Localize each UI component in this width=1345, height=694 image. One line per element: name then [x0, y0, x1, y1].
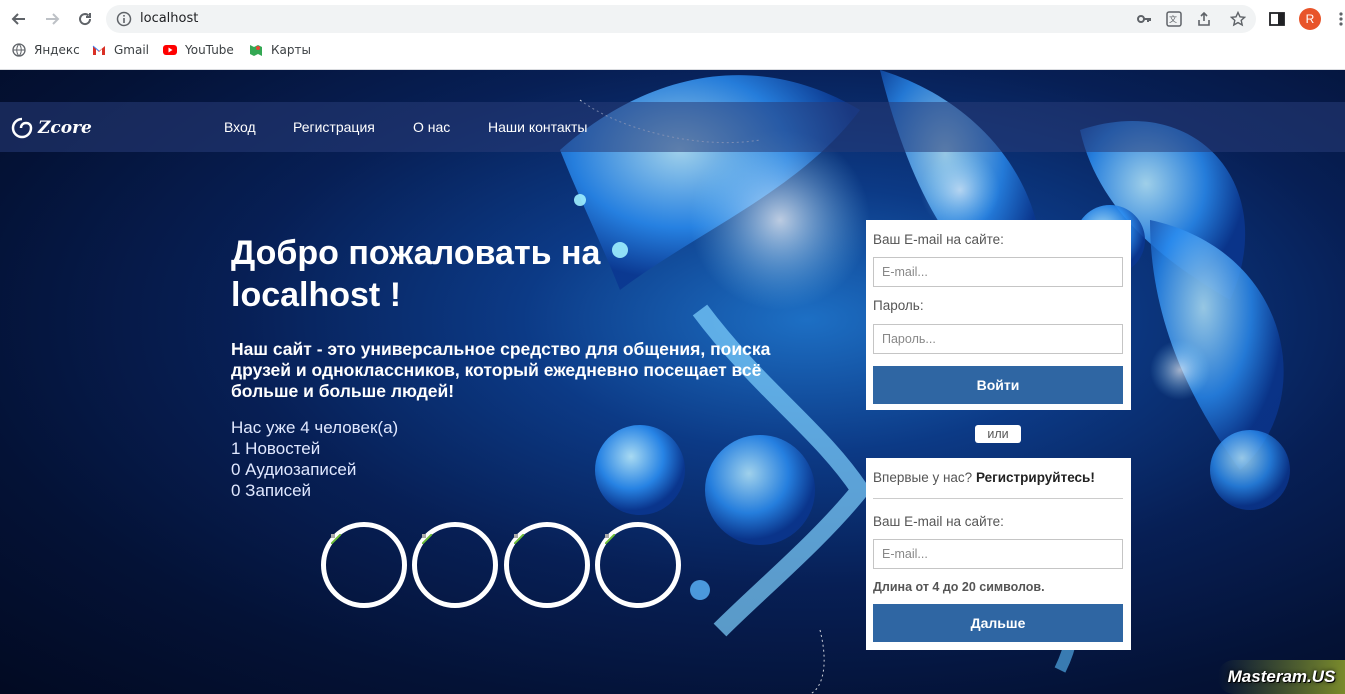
logo-swirl-icon	[11, 117, 33, 139]
or-divider: или	[975, 425, 1021, 443]
address-bar[interactable]: localhost 文	[106, 5, 1256, 33]
browser-toolbar: localhost 文 R	[0, 0, 1345, 38]
svg-text:文: 文	[1169, 14, 1177, 24]
bookmark-youtube[interactable]: YouTube	[163, 43, 234, 57]
password-input[interactable]: Пароль...	[873, 324, 1123, 354]
info-icon[interactable]	[116, 11, 132, 27]
register-heading: Впервые у нас? Регистрируйтесь!	[873, 470, 1095, 485]
menu-dots-icon[interactable]	[1332, 10, 1345, 28]
logo-text: Zcore	[38, 118, 92, 138]
translate-icon[interactable]: 文	[1166, 11, 1182, 27]
register-email-label: Ваш E-mail на сайте:	[873, 514, 1004, 529]
gmail-icon	[92, 45, 105, 55]
login-email-label: Ваш E-mail на сайте:	[873, 232, 1004, 247]
bookmark-label: YouTube	[185, 43, 234, 57]
bookmark-maps[interactable]: Карты	[249, 43, 311, 57]
youtube-icon	[163, 45, 177, 55]
stat-news: 1 Новостей	[231, 439, 321, 458]
nav-register[interactable]: Регистрация	[293, 119, 375, 135]
share-icon[interactable]	[1196, 11, 1212, 27]
bookmark-label: Gmail	[114, 43, 150, 57]
bookmark-label: Яндекс	[34, 43, 80, 57]
nav-contacts[interactable]: Наши контакты	[488, 119, 587, 135]
star-icon[interactable]	[1230, 11, 1246, 27]
stat-users: Нас уже 4 человек(а)	[231, 418, 399, 437]
bookmark-yandex[interactable]: Яндекс	[12, 43, 80, 57]
broken-image-icon	[514, 534, 524, 544]
register-heading-prefix: Впервые у нас?	[873, 470, 973, 485]
bookmarks-bar: Яндекс Gmail YouTube Карты	[0, 40, 1345, 62]
bookmark-gmail[interactable]: Gmail	[92, 43, 149, 57]
maps-icon	[250, 45, 262, 56]
side-panel-icon[interactable]	[1268, 10, 1286, 28]
browser-chrome: localhost 文 R Яндекс Gmail YouTube Карты	[0, 0, 1345, 70]
stat-audio: 0 Аудиозаписей	[231, 460, 357, 479]
bookmark-label: Карты	[271, 43, 311, 57]
hero-title: Добро пожаловать на localhost !	[231, 234, 601, 314]
broken-image-icon	[422, 534, 432, 544]
register-email-input[interactable]: E-mail...	[873, 539, 1123, 569]
register-heading-cta: Регистрируйтесь!	[975, 470, 1095, 485]
login-email-input[interactable]: E-mail...	[873, 257, 1123, 287]
user-avatar[interactable]	[412, 522, 498, 608]
hero-description: Наш сайт - это универсальное средство дл…	[231, 339, 771, 401]
site-logo[interactable]: Zcore	[10, 116, 92, 140]
site-stats: Нас уже 4 человек(а) 1 Новостей 0 Аудиоз…	[231, 417, 398, 501]
broken-image-icon	[605, 534, 615, 544]
site-navbar: Zcore Вход Регистрация О нас Наши контак…	[0, 102, 1345, 152]
url-text: localhost	[140, 11, 199, 26]
password-label: Пароль:	[873, 298, 924, 313]
key-icon[interactable]	[1136, 11, 1152, 27]
register-separator	[873, 498, 1123, 499]
next-button[interactable]: Дальше	[873, 604, 1123, 642]
forward-icon[interactable]	[41, 8, 63, 30]
stat-posts: 0 Записей	[231, 481, 312, 500]
reload-icon[interactable]	[74, 8, 96, 30]
user-avatar[interactable]	[595, 522, 681, 608]
login-form: Ваш E-mail на сайте: E-mail... Пароль: П…	[866, 220, 1131, 410]
nav-about[interactable]: О нас	[413, 119, 450, 135]
back-icon[interactable]	[8, 8, 30, 30]
user-avatar[interactable]	[321, 522, 407, 608]
register-hint: Длина от 4 до 20 символов.	[873, 580, 1045, 594]
user-avatar[interactable]	[504, 522, 590, 608]
globe-icon	[12, 43, 26, 57]
login-button[interactable]: Войти	[873, 366, 1123, 404]
broken-image-icon	[331, 534, 341, 544]
profile-avatar[interactable]: R	[1299, 8, 1321, 30]
page-viewport: Zcore Вход Регистрация О нас Наши контак…	[0, 70, 1345, 694]
watermark: Masteram.US	[1218, 660, 1345, 694]
nav-login[interactable]: Вход	[224, 119, 256, 135]
register-form: Впервые у нас? Регистрируйтесь! Ваш E-ma…	[866, 458, 1131, 650]
